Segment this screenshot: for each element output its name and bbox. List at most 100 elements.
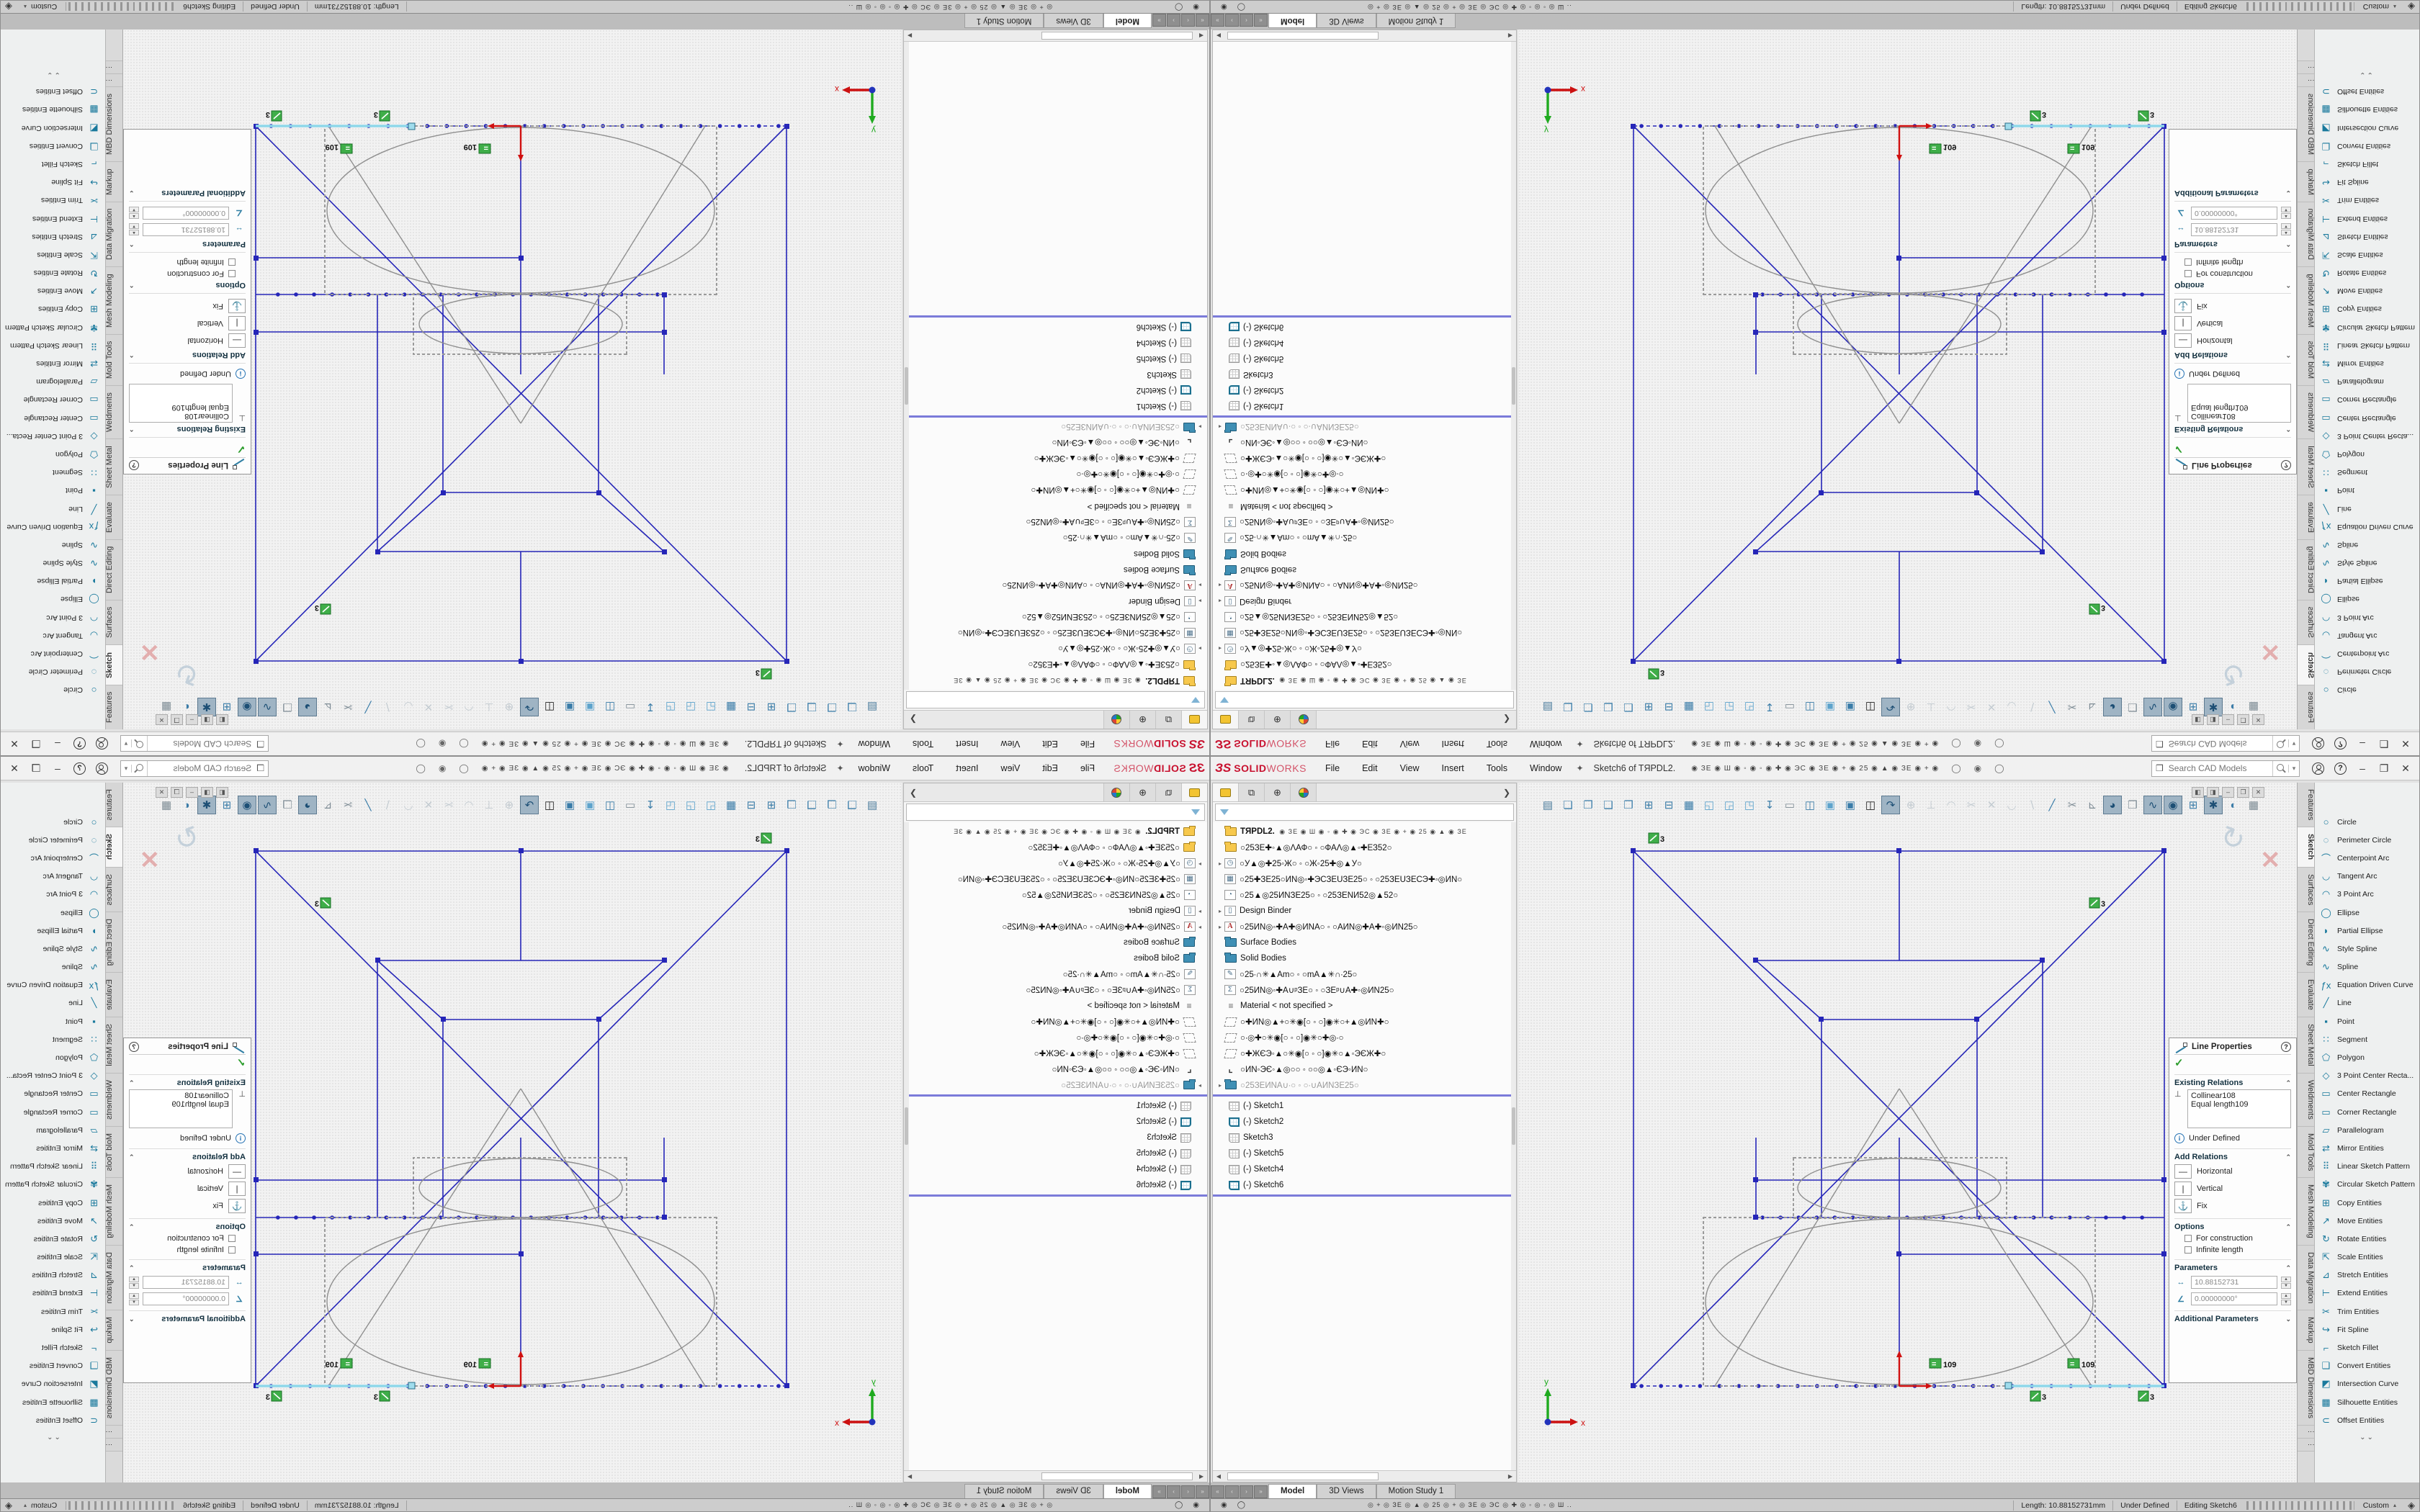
option-row[interactable]: For construction — [2184, 1234, 2291, 1243]
tab-nav-button[interactable]: › — [1167, 1485, 1180, 1498]
tab-nav-button[interactable]: « — [1196, 14, 1209, 27]
toolbar-icon[interactable]: ✱ — [2204, 796, 2223, 814]
tree-row[interactable]: ≡ Material < not specified > — [904, 498, 1207, 514]
scroll-track[interactable] — [915, 1471, 1196, 1482]
tool-item[interactable]: ╱ Line — [1, 500, 105, 518]
tab-configuration-manager[interactable]: ⊕ — [1265, 783, 1291, 801]
rollback-bar[interactable] — [1213, 1194, 1516, 1197]
scroll-right-icon[interactable]: ▶ — [1505, 32, 1516, 39]
option-row[interactable]: For construction — [2184, 269, 2291, 278]
menu-item[interactable]: Tools — [1485, 762, 1509, 775]
command-tab[interactable]: Markup — [2298, 161, 2315, 202]
section-existing-relations[interactable]: Existing Relations ⌃ — [129, 425, 246, 438]
section-parameters[interactable]: Parameters ⌃ — [2174, 1259, 2291, 1272]
toolbar-icon[interactable]: ↧ — [641, 796, 660, 814]
toolbar-icon[interactable]: ✂ — [2063, 796, 2081, 814]
toolbar-icon[interactable]: ⊥ — [1922, 796, 1940, 814]
tree-row[interactable]: ⌞ ○ИN◦ЭЄ◦▲◎○○ ◦ ○○◎▲◦ЄЭ◦ИN○ — [1213, 1061, 1516, 1077]
command-tab[interactable]: Data Migration — [105, 202, 122, 267]
tree-row-sketch[interactable]: (-) Sketch6 — [904, 1177, 1207, 1193]
tree-row-sketch[interactable]: (-) Sketch6 — [1213, 1177, 1516, 1193]
tool-item[interactable]: ⊂ Offset Entities — [1, 1411, 105, 1429]
tool-item[interactable]: ↗ Move Entities — [2315, 282, 2419, 300]
doc-window-button[interactable]: ❐ — [171, 714, 183, 725]
doc-window-button[interactable]: ◨ — [201, 787, 213, 798]
tool-item[interactable]: ◩ Intersection Curve — [1, 119, 105, 137]
menu-item[interactable]: View — [999, 737, 1021, 750]
panel-expand-arrow[interactable]: ❯ — [904, 783, 923, 801]
toolbar-icon[interactable]: ◕ — [298, 698, 317, 716]
tool-item[interactable]: ∿ Style Spline — [2315, 940, 2419, 958]
tree-row-sketch[interactable]: (-) Sketch1 — [904, 1098, 1207, 1114]
toolbar-icon[interactable]: ▣ — [560, 698, 579, 716]
tool-item[interactable]: ◯ Ellipse — [2315, 904, 2419, 922]
tool-item[interactable]: ✾ Circular Sketch Pattern — [1, 318, 105, 336]
command-tab[interactable]: Markup — [2298, 1310, 2315, 1351]
section-add-relations[interactable]: Add Relations ⌃ — [129, 1148, 246, 1161]
tool-item[interactable]: ∿ Spline — [2315, 958, 2419, 976]
tree-row-sketch[interactable]: (-) Sketch2 — [1213, 1114, 1516, 1130]
toolbar-icon[interactable]: ▦ — [1680, 698, 1698, 716]
tool-item[interactable]: ⌒ Centerpoint Arc — [1, 849, 105, 867]
tool-item[interactable]: ❑ Convert Entities — [2315, 1357, 2419, 1375]
status-custom-dropdown[interactable]: Custom ▴ — [15, 1501, 66, 1510]
tool-item[interactable]: ↪ Fit Spline — [1, 1320, 105, 1338]
tab-configuration-manager[interactable]: ⊕ — [1129, 711, 1155, 729]
expand-arrow-icon[interactable]: ▸ — [1196, 598, 1204, 605]
section-additional-parameters[interactable]: Additional Parameters ⌄ — [129, 189, 246, 202]
toolbar-icon[interactable]: ❐ — [823, 698, 841, 716]
toolbar-icon[interactable]: ⊞ — [762, 698, 781, 716]
tab-nav-button[interactable]: » — [1254, 14, 1268, 27]
tree-row[interactable]: ○✚ЖЄЭ◦▲○✳◉[○ ◦ ○]◉✳○▲◦ЭЄЖ✚○ — [904, 1045, 1207, 1061]
tool-item[interactable]: ⇱ Scale Entities — [2315, 1248, 2419, 1266]
section-add-relations[interactable]: Add Relations ⌃ — [2174, 1148, 2291, 1161]
tree-row[interactable]: ⌞ ○ИN◦ЭЄ◦▲◎○○ ◦ ○○◎▲◦ЄЭ◦ИN○ — [904, 1061, 1207, 1077]
sketch-canvas[interactable]: y x = 109 = 109 — [1535, 49, 2183, 686]
scroll-left-icon[interactable]: ◀ — [1196, 32, 1207, 39]
option-row[interactable]: For construction — [129, 1234, 236, 1243]
tree-row[interactable]: ○25ЗЕ✚◦▲◎ΛАФ○ ◦ ○ФАΛ◎▲◦✚ЕЗ52○ — [1213, 657, 1516, 672]
tree-row[interactable]: ▸ ▯ Design Binder — [904, 593, 1207, 609]
tree-horizontal-scrollbar[interactable]: ◀ ▶ — [1213, 30, 1516, 42]
add-relation-row[interactable]: ⚓ Fix — [2174, 299, 2291, 313]
menu-item[interactable]: Window — [857, 762, 892, 775]
tree-row[interactable]: ≡ Material < not specified > — [904, 998, 1207, 1014]
section-existing-relations[interactable]: Existing Relations ⌃ — [2174, 425, 2291, 438]
expand-arrow-icon[interactable]: ▸ — [1216, 1082, 1224, 1089]
tree-row[interactable]: ≡ Material < not specified > — [1213, 998, 1516, 1014]
tool-item[interactable]: ∷ Segment — [1, 1030, 105, 1048]
tab-nav-button[interactable]: ‹ — [1225, 1485, 1239, 1498]
tool-item[interactable]: ⇱ Scale Entities — [2315, 246, 2419, 264]
option-row[interactable]: For construction — [129, 269, 236, 278]
add-relation-row[interactable]: | Vertical — [2174, 316, 2291, 330]
toolbar-icon[interactable]: ▣ — [581, 796, 599, 814]
command-tab[interactable]: Markup — [105, 1310, 122, 1351]
toolbar-icon[interactable]: ⊞ — [762, 796, 781, 814]
tool-item[interactable]: ⌒ Centerpoint Arc — [2315, 849, 2419, 867]
add-relation-row[interactable]: — Horizontal — [129, 1164, 246, 1179]
toolbar-icon[interactable]: ∿ — [2143, 796, 2162, 814]
tool-item[interactable]: ◡ Tangent Arc — [1, 868, 105, 886]
search-icon[interactable] — [132, 761, 148, 776]
tree-row[interactable]: ○✚ЖЄЭ◦▲○✳◉[○ ◦ ○]◉✳○▲◦ЭЄЖ✚○ — [904, 451, 1207, 467]
tool-item[interactable]: ◯ Ellipse — [1, 904, 105, 922]
command-tab[interactable]: ⋮ — [105, 1439, 122, 1452]
tool-item[interactable]: ◌ Perimeter Circle — [1, 663, 105, 681]
relation-item[interactable]: Equal length109 — [133, 1100, 229, 1109]
tree-horizontal-scrollbar[interactable]: ◀ ▶ — [904, 30, 1207, 42]
toolbar-icon[interactable]: ❏ — [1559, 796, 1577, 814]
tree-row[interactable]: Surface Bodies — [904, 562, 1207, 577]
toolbar-icon[interactable]: ⊞ — [1639, 796, 1658, 814]
command-tab[interactable]: Evaluate — [105, 973, 122, 1017]
tool-item[interactable]: ⊢ Extend Entities — [2315, 1284, 2419, 1302]
tool-item[interactable]: ○ Circle — [2315, 681, 2419, 699]
tool-item[interactable]: ⇱ Scale Entities — [1, 246, 105, 264]
selected-segment[interactable] — [256, 123, 415, 130]
pin-icon[interactable]: ✦ — [1576, 739, 1583, 749]
spinner[interactable]: ▲▼ — [129, 1277, 139, 1289]
doc-window-button[interactable]: ❐ — [2237, 714, 2249, 725]
tree-root-row[interactable]: TЯPDL2. ◉ ЗЕ ◉ Ш ◉ ◦ ◉ ✚ ◉ ЭС ◉ ЗЕ ◉ + ◉… — [1213, 672, 1516, 688]
parameter-field[interactable]: 10.88152731 — [143, 223, 229, 236]
scroll-left-icon[interactable]: ◀ — [1196, 1473, 1207, 1480]
toolbar-icon[interactable]: ∖ — [2022, 698, 2041, 716]
